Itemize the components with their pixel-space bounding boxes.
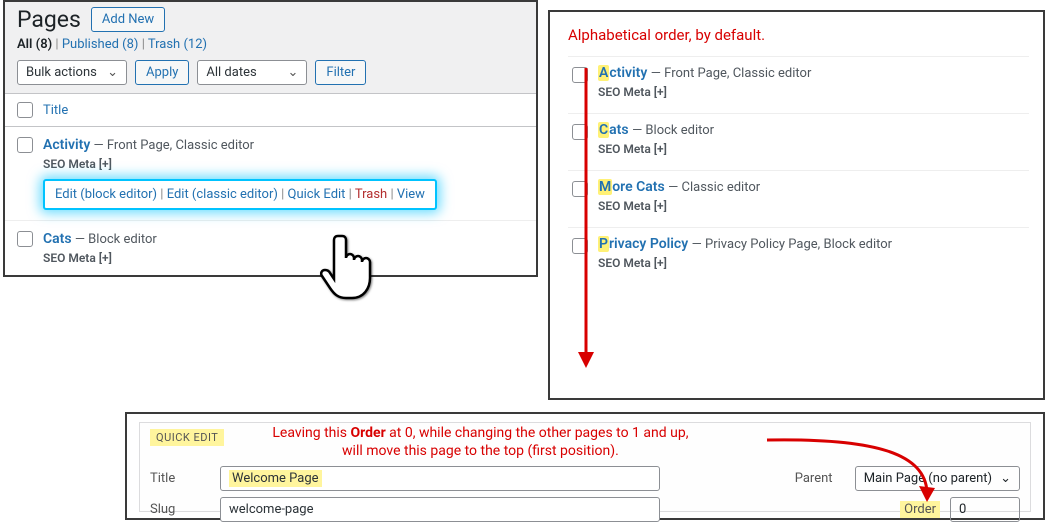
add-new-button[interactable]: Add New xyxy=(91,7,165,32)
seo-meta-toggle[interactable]: SEO Meta [+] xyxy=(598,85,811,99)
order-label: Order xyxy=(900,501,940,518)
trash-link[interactable]: Trash xyxy=(355,187,387,202)
seo-meta-toggle[interactable]: SEO Meta [+] xyxy=(43,251,524,265)
list-item: Activity — Front Page, Classic editor SE… xyxy=(568,56,1029,113)
title-input[interactable]: Welcome Page xyxy=(220,466,660,491)
edit-block-link[interactable]: Edit (block editor) xyxy=(55,187,157,202)
row-title-link[interactable]: Cats xyxy=(598,122,632,138)
row-checkbox[interactable] xyxy=(17,231,33,247)
row-checkbox[interactable] xyxy=(17,137,33,153)
row-title-link[interactable]: Activity xyxy=(598,65,651,81)
row-title-link[interactable]: Activity xyxy=(43,137,90,153)
row-state: — Front Page, Classic editor xyxy=(94,138,255,153)
list-item: Cats — Block editor SEO Meta [+] xyxy=(568,113,1029,170)
row-checkbox[interactable] xyxy=(572,67,588,83)
seo-meta-toggle[interactable]: SEO Meta [+] xyxy=(598,199,760,213)
edit-classic-link[interactable]: Edit (classic editor) xyxy=(167,187,278,202)
row-state: — Block editor xyxy=(75,232,157,247)
row-actions: Edit (block editor) | Edit (classic edit… xyxy=(43,179,437,210)
chevron-down-icon: ⌄ xyxy=(288,65,299,80)
chevron-down-icon: ⌄ xyxy=(1000,471,1011,486)
filter-trash[interactable]: Trash (12) xyxy=(148,37,207,52)
parent-label: Parent xyxy=(795,471,845,486)
slug-label: Slug xyxy=(150,502,210,517)
list-item: Privacy Policy — Privacy Policy Page, Bl… xyxy=(568,227,1029,284)
seo-meta-toggle[interactable]: SEO Meta [+] xyxy=(598,256,892,270)
status-filters: All (8) | Published (8) | Trash (12) xyxy=(5,35,536,60)
quick-edit-link[interactable]: Quick Edit xyxy=(288,187,346,202)
parent-select[interactable]: Main Page (no parent) ⌄ xyxy=(855,466,1020,491)
row-checkbox[interactable] xyxy=(572,238,588,254)
filter-published[interactable]: Published (8) xyxy=(62,37,142,52)
filter-all[interactable]: All (8) xyxy=(17,37,55,52)
row-title-link[interactable]: Cats xyxy=(43,231,72,247)
quick-edit-badge: QUICK EDIT xyxy=(150,429,224,446)
annotation-alpha-order: Alphabetical order, by default. xyxy=(564,22,1029,50)
chevron-down-icon: ⌄ xyxy=(107,65,118,80)
pages-list-panel: Pages Add New All (8) | Published (8) | … xyxy=(3,0,538,277)
row-checkbox[interactable] xyxy=(572,181,588,197)
seo-meta-toggle[interactable]: SEO Meta [+] xyxy=(43,157,524,171)
bulk-actions-select[interactable]: Bulk actions ⌄ xyxy=(17,60,127,85)
seo-meta-toggle[interactable]: SEO Meta [+] xyxy=(598,142,714,156)
view-link[interactable]: View xyxy=(397,187,425,202)
title-label: Title xyxy=(150,471,210,486)
dates-select[interactable]: All dates ⌄ xyxy=(197,60,307,85)
row-title-link[interactable]: More Cats xyxy=(598,179,668,195)
page-title: Pages xyxy=(17,6,81,33)
row-checkbox[interactable] xyxy=(572,124,588,140)
filter-button[interactable]: Filter xyxy=(315,60,366,85)
pages-order-panel: Alphabetical order, by default. Activity… xyxy=(548,10,1045,400)
row-title-link[interactable]: Privacy Policy xyxy=(598,236,692,252)
column-title[interactable]: Title xyxy=(43,103,68,118)
list-item: More Cats — Classic editor SEO Meta [+] xyxy=(568,170,1029,227)
pages-table: Title Activity — Front Page, Classic edi… xyxy=(5,93,536,275)
order-input[interactable]: 0 xyxy=(950,497,1020,522)
annotation-order: Leaving this Order at 0, while changing … xyxy=(272,425,688,460)
table-row: Cats — Block editor SEO Meta [+] xyxy=(5,221,536,275)
select-all-checkbox[interactable] xyxy=(17,102,33,118)
quick-edit-panel: QUICK EDIT Leaving this Order at 0, whil… xyxy=(125,412,1045,520)
apply-button[interactable]: Apply xyxy=(135,60,189,85)
slug-input[interactable]: welcome-page xyxy=(220,497,660,522)
table-row: Activity — Front Page, Classic editor SE… xyxy=(5,127,536,221)
